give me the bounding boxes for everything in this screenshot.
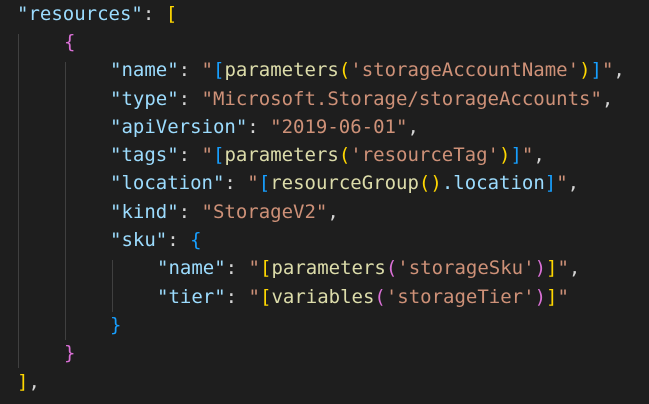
code-editor[interactable]: "resources": [ { "name": "[parameters('s… <box>0 0 649 404</box>
open-brace: { <box>64 31 76 53</box>
open-bracket: [ <box>165 3 178 25</box>
function-arg: 'storageTier' <box>385 286 535 308</box>
json-colon: : <box>225 257 249 279</box>
indent-guide <box>112 260 113 312</box>
json-string: "Microsoft.Storage/storageAccounts" <box>201 88 602 110</box>
open-paren: ( <box>338 59 351 81</box>
json-colon: : <box>178 144 202 166</box>
function-name: parameters <box>224 59 339 81</box>
function-name: parameters <box>271 257 386 279</box>
code-line: ], <box>17 368 40 396</box>
json-colon: : <box>247 116 271 138</box>
quote: " <box>556 172 568 194</box>
close-bracket: ] <box>510 144 522 166</box>
json-key: "kind" <box>110 201 179 223</box>
comma: , <box>407 116 419 138</box>
json-key: "name" <box>157 257 226 279</box>
code-line: "name": "[parameters('storageAccountName… <box>110 56 625 84</box>
open-bracket: [ <box>212 59 225 81</box>
close-bracket: ] <box>546 286 558 308</box>
function-name: variables <box>271 286 375 308</box>
json-string: "2019-06-01" <box>270 116 408 138</box>
json-key: "sku" <box>110 229 168 251</box>
close-paren: ) <box>430 172 442 194</box>
json-colon: : <box>178 59 202 81</box>
function-name: parameters <box>224 144 339 166</box>
close-bracket: ] <box>546 257 558 279</box>
open-brace: { <box>190 229 202 251</box>
code-line: "tier": "[variables('storageTier')]" <box>157 283 569 311</box>
code-line: "apiVersion": "2019-06-01", <box>110 113 419 141</box>
close-paren: ) <box>534 286 547 308</box>
function-arg: 'resourceTag' <box>350 144 499 166</box>
open-paren: ( <box>385 257 398 279</box>
comma: , <box>327 201 339 223</box>
open-bracket: [ <box>259 257 272 279</box>
quote: " <box>201 144 213 166</box>
open-bracket: [ <box>259 286 272 308</box>
json-key: "tier" <box>157 286 226 308</box>
quote: " <box>557 286 569 308</box>
close-brace: } <box>64 342 76 364</box>
code-line: "type": "Microsoft.Storage/storageAccoun… <box>110 85 613 113</box>
code-line: "name": "[parameters('storageSku')]", <box>157 254 580 282</box>
close-paren: ) <box>579 59 591 81</box>
json-key: "name" <box>110 59 179 81</box>
open-paren: ( <box>338 144 351 166</box>
open-bracket: [ <box>258 172 271 194</box>
comma: , <box>567 172 580 194</box>
json-colon: : <box>178 201 202 223</box>
close-paren: ) <box>534 257 547 279</box>
quote: " <box>248 257 260 279</box>
function-name: resourceGroup <box>270 172 419 194</box>
json-colon: : <box>178 88 202 110</box>
comma: , <box>28 371 40 393</box>
close-bracket: ] <box>544 172 557 194</box>
quote: " <box>248 286 260 308</box>
quote: " <box>601 59 614 81</box>
comma: , <box>568 257 581 279</box>
code-line: "location": "[resourceGroup().location]"… <box>110 169 579 197</box>
open-paren: ( <box>374 286 386 308</box>
code-line: "kind": "StorageV2", <box>110 198 339 226</box>
code-line: { <box>64 28 75 56</box>
close-paren: ) <box>499 144 511 166</box>
quote: " <box>557 257 569 279</box>
member-access: .location <box>441 172 545 194</box>
code-line: "tags": "[parameters('resourceTag')]", <box>110 141 545 169</box>
code-line: "sku": { <box>110 226 202 254</box>
json-key: "type" <box>110 88 179 110</box>
quote: " <box>247 172 259 194</box>
quote: " <box>201 59 213 81</box>
json-colon: : <box>225 286 249 308</box>
open-bracket: [ <box>212 144 225 166</box>
json-colon: : <box>167 229 191 251</box>
code-line: } <box>110 311 121 339</box>
close-bracket: ] <box>17 371 29 393</box>
indent-guide <box>65 62 66 340</box>
function-arg: 'storageAccountName' <box>350 59 580 81</box>
comma: , <box>613 59 625 81</box>
json-key: "resources" <box>17 3 143 25</box>
code-line: } <box>64 339 75 367</box>
function-arg: 'storageSku' <box>397 257 535 279</box>
quote: " <box>521 144 534 166</box>
json-key: "tags" <box>110 144 179 166</box>
json-key: "location" <box>110 172 225 194</box>
indent-guide <box>18 34 19 368</box>
comma: , <box>533 144 545 166</box>
close-bracket: ] <box>590 59 602 81</box>
json-string: "StorageV2" <box>201 201 328 223</box>
comma: , <box>601 88 614 110</box>
json-colon: : <box>224 172 248 194</box>
open-paren: ( <box>418 172 431 194</box>
json-key: "apiVersion" <box>110 116 248 138</box>
close-brace: } <box>110 314 122 336</box>
json-colon: : <box>142 3 166 25</box>
code-line: "resources": [ <box>17 0 177 28</box>
